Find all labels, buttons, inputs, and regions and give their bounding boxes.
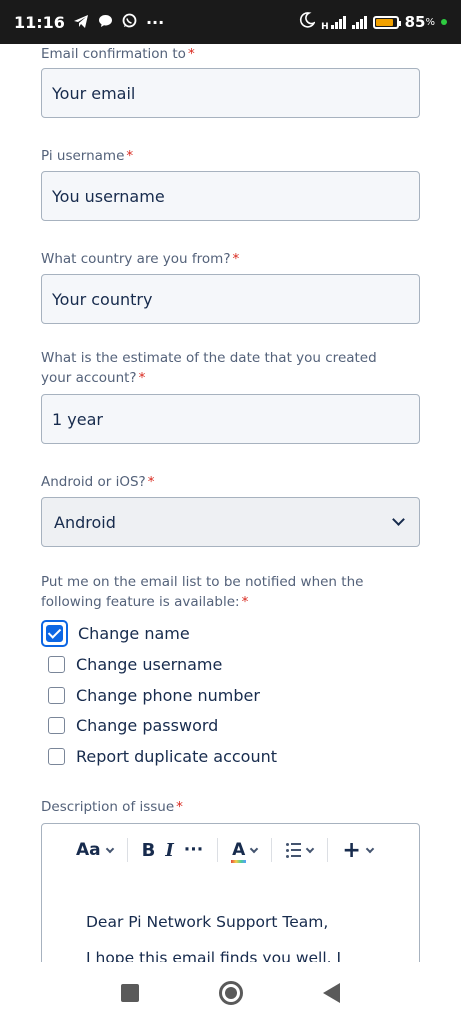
more-formatting-button[interactable]: ···: [184, 840, 203, 860]
toolbar-divider: [217, 838, 219, 862]
insert-dropdown[interactable]: +: [342, 837, 375, 863]
checkbox-focus-ring: [41, 619, 68, 647]
checkbox-icon[interactable]: [48, 655, 65, 673]
italic-button[interactable]: I: [165, 840, 173, 861]
checkbox-label: Report duplicate account: [76, 746, 278, 766]
checkbox-label: Change phone number: [76, 685, 260, 705]
country-field[interactable]: Your country: [41, 274, 420, 324]
plus-icon: +: [342, 837, 361, 863]
chevron-down-icon: [392, 513, 405, 526]
username-value: You username: [52, 186, 165, 206]
checkbox-checked-icon[interactable]: [46, 624, 63, 642]
checkbox-icon[interactable]: [48, 716, 65, 734]
whatsapp-icon: [122, 13, 137, 32]
editor-body[interactable]: Dear Pi Network Support Team, I hope thi…: [42, 876, 419, 962]
telegram-icon: [73, 13, 89, 32]
chat-bubble-icon: [98, 13, 113, 32]
description-label: Description of issue *: [41, 799, 183, 815]
username-label: Pi username *: [41, 148, 134, 164]
editor-line: I hope this email finds you well. I: [86, 949, 342, 962]
checkbox-report-duplicate[interactable]: Report duplicate account: [41, 742, 277, 770]
clock: 11:16: [14, 12, 65, 32]
back-triangle-icon[interactable]: [323, 983, 340, 1003]
bullet-list-icon: [286, 842, 302, 858]
checkbox-change-phone-number[interactable]: Change phone number: [41, 681, 260, 709]
moon-icon: [299, 12, 316, 32]
toolbar-divider: [126, 838, 128, 862]
bold-button[interactable]: B: [142, 840, 156, 861]
home-circle-icon[interactable]: [219, 981, 243, 1005]
toolbar-divider: [271, 838, 273, 862]
text-color-icon: A: [231, 840, 247, 863]
chevron-down-icon: [365, 844, 375, 853]
description-editor[interactable]: Aa B I ··· A + Dear Pi Network Support T…: [41, 823, 420, 962]
email-label: Email confirmation to *: [41, 46, 195, 62]
checkbox-icon[interactable]: [48, 747, 65, 765]
country-value: Your country: [52, 289, 153, 309]
editor-toolbar: Aa B I ··· A +: [42, 824, 419, 876]
platform-value: Android: [54, 512, 116, 532]
date-value: 1 year: [52, 409, 103, 429]
active-indicator-dot: [441, 19, 447, 25]
form-content[interactable]: Email confirmation to * Your email Pi use…: [0, 44, 461, 962]
date-label: What is the estimate of the date that yo…: [41, 350, 377, 386]
checkbox-icon[interactable]: [48, 686, 65, 704]
status-bar: 11:16 ··· H 85 %: [0, 0, 461, 44]
text-style-dropdown[interactable]: Aa: [76, 840, 114, 860]
text-style-label: Aa: [76, 840, 101, 860]
checkbox-change-password[interactable]: Change password: [41, 711, 218, 739]
editor-line: Dear Pi Network Support Team,: [86, 913, 329, 931]
recents-square-icon[interactable]: [121, 984, 139, 1002]
email-field[interactable]: Your email: [41, 68, 420, 118]
checkbox-change-username[interactable]: Change username: [41, 650, 222, 678]
signal-icon-2: [351, 15, 367, 29]
text-color-dropdown[interactable]: A: [231, 840, 259, 863]
country-label: What country are you from? *: [41, 251, 240, 267]
toolbar-divider: [327, 838, 329, 862]
checkbox-change-name[interactable]: Change name: [41, 619, 190, 647]
checkbox-label: Change name: [78, 623, 190, 643]
system-nav-bar: [0, 962, 461, 1024]
battery-percent: 85: [404, 13, 426, 31]
date-field[interactable]: 1 year: [41, 394, 420, 444]
chevron-down-icon: [250, 844, 259, 853]
signal-icon: [330, 15, 346, 29]
checkbox-label: Change password: [76, 715, 219, 735]
checkbox-label: Change username: [76, 654, 223, 674]
username-field[interactable]: You username: [41, 171, 420, 221]
platform-select[interactable]: Android: [41, 497, 420, 547]
chevron-down-icon: [105, 844, 114, 853]
email-value: Your email: [52, 83, 136, 103]
battery-icon: [372, 15, 401, 29]
battery-percent-sign: %: [425, 16, 435, 28]
platform-label: Android or iOS? *: [41, 474, 155, 490]
chevron-down-icon: [306, 844, 315, 853]
list-dropdown[interactable]: [286, 842, 315, 858]
features-label: Put me on the email list to be notified …: [41, 574, 364, 610]
network-type: H: [321, 22, 329, 32]
more-notifications-icon: ···: [145, 12, 165, 32]
